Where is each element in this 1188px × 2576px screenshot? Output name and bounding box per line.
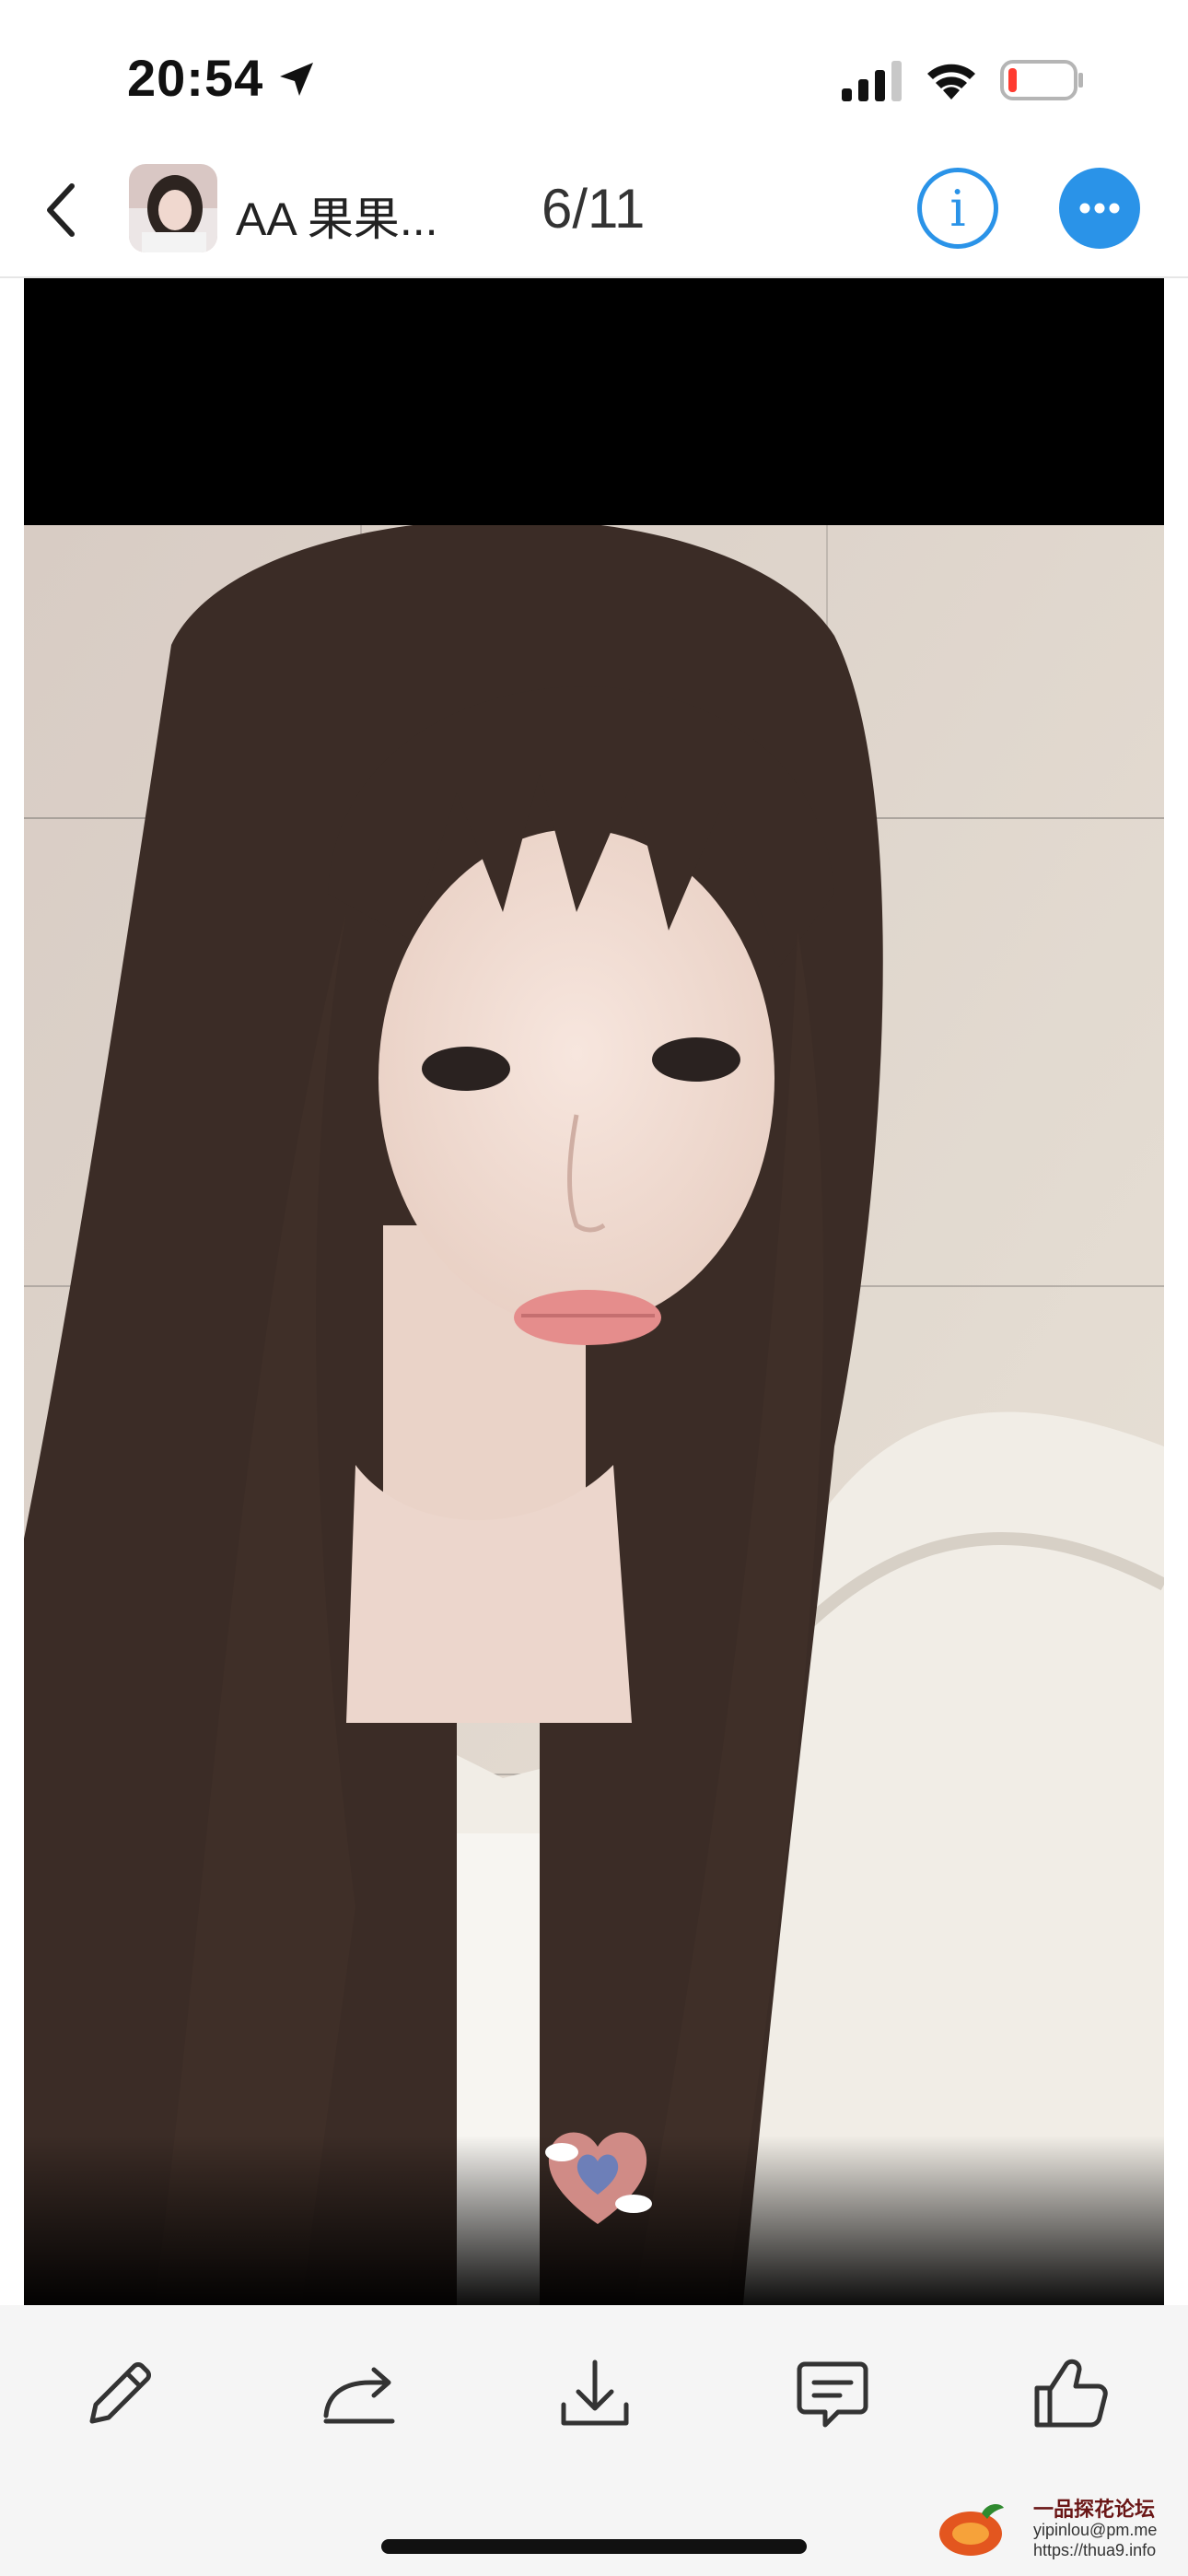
page-counter: 6/11 bbox=[542, 178, 646, 240]
heart-sticker bbox=[545, 2132, 652, 2224]
location-arrow-icon bbox=[280, 63, 313, 96]
info-button[interactable]: i bbox=[917, 168, 998, 249]
comment-icon bbox=[797, 2361, 868, 2428]
home-indicator[interactable] bbox=[381, 2539, 807, 2554]
more-button[interactable] bbox=[1059, 168, 1140, 249]
chevron-left-icon[interactable] bbox=[41, 181, 81, 240]
photo-viewer-screen: 20:54 AA 果果... 6/11 i 一品探花论坛 yipinlou@pm… bbox=[0, 0, 1188, 2576]
thumbs-up-icon bbox=[1034, 2359, 1108, 2428]
download-icon bbox=[561, 2359, 629, 2426]
nav-title: AA 果果... bbox=[236, 193, 438, 245]
watermark: 一品探花论坛 yipinlou@pm.me https://thua9.info bbox=[932, 2491, 1181, 2563]
cellular-signal-icon bbox=[842, 61, 902, 101]
status-time: 20:54 bbox=[127, 49, 264, 107]
ellipsis-icon bbox=[1079, 203, 1120, 214]
edit-button[interactable] bbox=[76, 2349, 164, 2438]
watermark-email: yipinlou@pm.me bbox=[1033, 2521, 1158, 2539]
status-bar: 20:54 bbox=[0, 0, 1188, 147]
watermark-url: https://thua9.info bbox=[1033, 2541, 1157, 2559]
like-button[interactable] bbox=[1026, 2349, 1114, 2438]
nav-bar: AA 果果... 6/11 i bbox=[0, 147, 1188, 278]
info-icon: i bbox=[949, 180, 966, 238]
share-forward-icon bbox=[323, 2367, 395, 2424]
comment-button[interactable] bbox=[788, 2349, 877, 2438]
battery-low-icon bbox=[1000, 60, 1083, 100]
watermark-title: 一品探花论坛 bbox=[1033, 2498, 1156, 2521]
photo[interactable] bbox=[24, 525, 1164, 2305]
pencil-icon bbox=[89, 2362, 151, 2424]
download-button[interactable] bbox=[551, 2349, 639, 2438]
avatar[interactable] bbox=[129, 164, 217, 252]
share-button[interactable] bbox=[313, 2349, 402, 2438]
wifi-icon bbox=[927, 64, 975, 100]
image-viewer[interactable] bbox=[24, 278, 1164, 2305]
watermark-logo-icon bbox=[939, 2504, 1004, 2556]
